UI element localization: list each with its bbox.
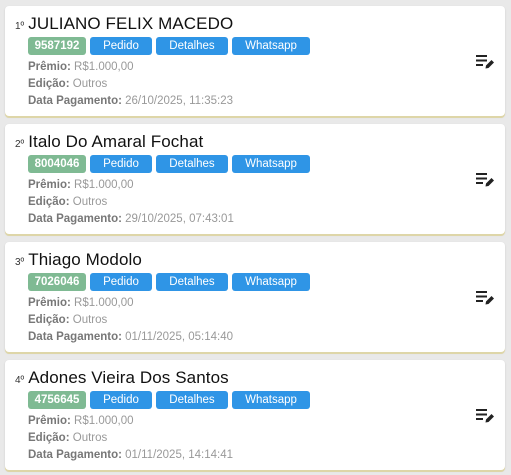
winner-actions: 9587192 Pedido Detalhes Whatsapp: [28, 37, 310, 55]
winner-name: Thiago Modolo: [28, 250, 142, 269]
data-pagamento-value: 01/11/2025, 05:14:40: [125, 331, 233, 343]
detalhes-button[interactable]: Detalhes: [156, 273, 228, 291]
whatsapp-button[interactable]: Whatsapp: [232, 391, 310, 409]
premio-row: Prêmio: R$1.000,00: [28, 295, 233, 312]
edit-list-icon[interactable]: [475, 170, 495, 188]
data-pagamento-label: Data Pagamento:: [28, 449, 122, 461]
premio-row: Prêmio: R$1.000,00: [28, 59, 233, 76]
premio-label: Prêmio:: [28, 61, 71, 73]
edit-list-icon[interactable]: [475, 288, 495, 306]
data-pagamento-row: Data Pagamento: 01/11/2025, 14:14:41: [28, 447, 233, 464]
edicao-label: Edição:: [28, 314, 70, 326]
winner-card: 3º Thiago Modolo 7026046 Pedido Detalhes…: [5, 242, 505, 352]
whatsapp-button[interactable]: Whatsapp: [232, 273, 310, 291]
winner-info: Prêmio: R$1.000,00 Edição: Outros Data P…: [28, 413, 233, 464]
order-id-badge: 7026046: [28, 273, 86, 291]
premio-label: Prêmio:: [28, 179, 71, 191]
data-pagamento-value: 29/10/2025, 07:43:01: [125, 213, 234, 225]
pedido-button[interactable]: Pedido: [90, 391, 152, 409]
winner-rank: 2º: [15, 139, 25, 150]
winner-rank: 4º: [15, 375, 25, 386]
edit-list-icon[interactable]: [475, 406, 495, 424]
premio-row: Prêmio: R$1.000,00: [28, 413, 233, 430]
edicao-label: Edição:: [28, 432, 70, 444]
data-pagamento-label: Data Pagamento:: [28, 331, 122, 343]
order-id-badge: 8004046: [28, 155, 86, 173]
data-pagamento-value: 01/11/2025, 14:14:41: [125, 449, 233, 461]
winner-name: Adones Vieira Dos Santos: [28, 368, 229, 387]
winner-name: JULIANO FELIX MACEDO: [28, 14, 234, 33]
winner-header: 3º Thiago Modolo: [15, 250, 142, 270]
edit-list-icon[interactable]: [475, 52, 495, 70]
data-pagamento-label: Data Pagamento:: [28, 95, 122, 107]
data-pagamento-row: Data Pagamento: 01/11/2025, 05:14:40: [28, 329, 233, 346]
winner-card: 4º Adones Vieira Dos Santos 4756645 Pedi…: [5, 360, 505, 470]
winner-card: 1º JULIANO FELIX MACEDO 9587192 Pedido D…: [5, 6, 505, 116]
pedido-button[interactable]: Pedido: [90, 273, 152, 291]
edicao-value: Outros: [72, 78, 108, 90]
winner-actions: 4756645 Pedido Detalhes Whatsapp: [28, 391, 310, 409]
edicao-row: Edição: Outros: [28, 76, 233, 93]
detalhes-button[interactable]: Detalhes: [156, 155, 228, 173]
edicao-value: Outros: [72, 314, 108, 326]
edicao-label: Edição:: [28, 196, 70, 208]
winner-header: 4º Adones Vieira Dos Santos: [15, 368, 229, 388]
edicao-row: Edição: Outros: [28, 312, 233, 329]
winner-rank: 1º: [15, 21, 25, 32]
premio-value: R$1.000,00: [74, 61, 134, 73]
winner-rank: 3º: [15, 257, 25, 268]
winner-info: Prêmio: R$1.000,00 Edição: Outros Data P…: [28, 177, 234, 228]
edicao-row: Edição: Outros: [28, 430, 233, 447]
detalhes-button[interactable]: Detalhes: [156, 37, 228, 55]
premio-value: R$1.000,00: [74, 297, 134, 309]
winner-name: Italo Do Amaral Fochat: [28, 132, 204, 151]
winner-card: 2º Italo Do Amaral Fochat 8004046 Pedido…: [5, 124, 505, 234]
whatsapp-button[interactable]: Whatsapp: [232, 155, 310, 173]
edicao-value: Outros: [72, 432, 108, 444]
data-pagamento-row: Data Pagamento: 26/10/2025, 11:35:23: [28, 93, 233, 110]
edicao-label: Edição:: [28, 78, 70, 90]
winner-actions: 7026046 Pedido Detalhes Whatsapp: [28, 273, 310, 291]
pedido-button[interactable]: Pedido: [90, 155, 152, 173]
winner-info: Prêmio: R$1.000,00 Edição: Outros Data P…: [28, 59, 233, 110]
data-pagamento-value: 26/10/2025, 11:35:23: [125, 95, 233, 107]
edicao-value: Outros: [72, 196, 108, 208]
pedido-button[interactable]: Pedido: [90, 37, 152, 55]
premio-value: R$1.000,00: [74, 179, 134, 191]
premio-label: Prêmio:: [28, 415, 71, 427]
data-pagamento-label: Data Pagamento:: [28, 213, 122, 225]
order-id-badge: 4756645: [28, 391, 86, 409]
whatsapp-button[interactable]: Whatsapp: [232, 37, 310, 55]
premio-row: Prêmio: R$1.000,00: [28, 177, 234, 194]
winner-actions: 8004046 Pedido Detalhes Whatsapp: [28, 155, 310, 173]
order-id-badge: 9587192: [28, 37, 86, 55]
premio-label: Prêmio:: [28, 297, 71, 309]
data-pagamento-row: Data Pagamento: 29/10/2025, 07:43:01: [28, 211, 234, 228]
premio-value: R$1.000,00: [74, 415, 134, 427]
detalhes-button[interactable]: Detalhes: [156, 391, 228, 409]
edicao-row: Edição: Outros: [28, 194, 234, 211]
winner-header: 2º Italo Do Amaral Fochat: [15, 132, 203, 152]
winner-info: Prêmio: R$1.000,00 Edição: Outros Data P…: [28, 295, 233, 346]
winners-list: 1º JULIANO FELIX MACEDO 9587192 Pedido D…: [0, 0, 511, 475]
winner-header: 1º JULIANO FELIX MACEDO: [15, 14, 233, 34]
